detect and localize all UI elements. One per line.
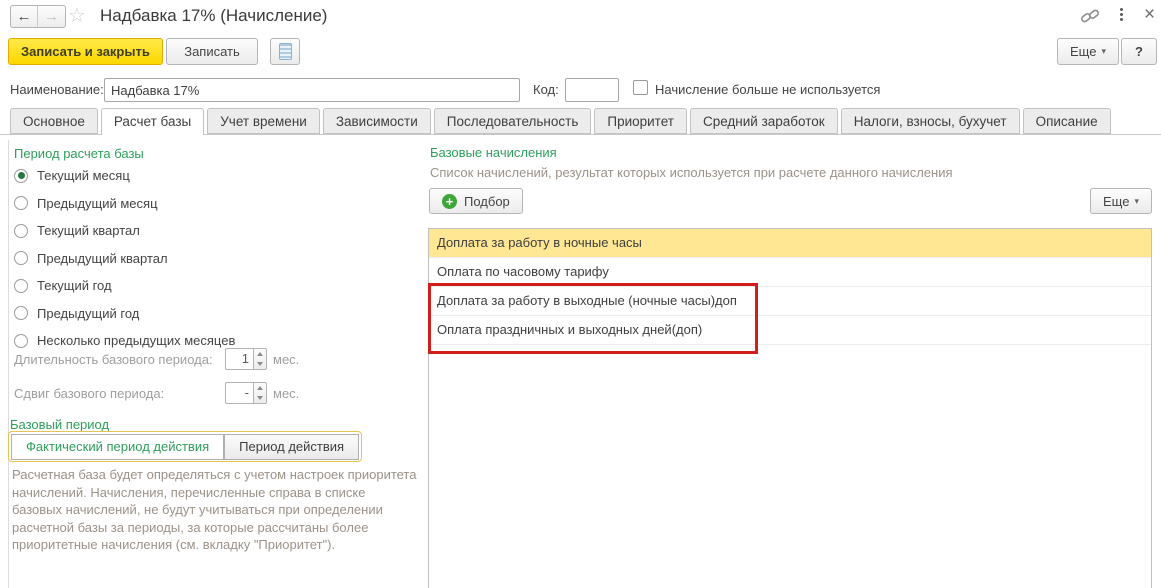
save-button[interactable]: Записать (166, 38, 258, 65)
radio-label: Предыдущий год (37, 305, 140, 321)
window-title: Надбавка 17% (Начисление) (100, 6, 328, 25)
base-accruals-list: Доплата за работу в ночные часы Оплата п… (428, 228, 1152, 588)
base-period-toggle-group: Фактический период действия Период дейст… (8, 431, 363, 462)
not-used-checkbox[interactable] (633, 80, 648, 95)
not-used-checkbox-label: Начисление больше не используется (655, 82, 881, 97)
help-button[interactable]: ? (1121, 38, 1157, 65)
list-item[interactable]: Доплата за работу в выходные (ночные час… (429, 287, 1151, 316)
priority-note-text: Расчетная база будет определяться с учет… (12, 467, 417, 552)
save-and-close-button[interactable]: Записать и закрыть (8, 38, 163, 65)
radio-icon (14, 168, 28, 183)
base-period-header: Базовый период (10, 417, 110, 432)
tab[interactable]: Расчет базы (100, 108, 205, 135)
period-radio-option[interactable]: Предыдущий квартал (14, 245, 235, 273)
tab[interactable]: Зависимости (322, 108, 431, 134)
base-accruals-header: Базовые начисления (430, 145, 557, 160)
base-period-toggle-button[interactable]: Фактический период действия (11, 433, 225, 460)
list-item[interactable]: Доплата за работу в ночные часы (429, 229, 1151, 258)
list-item[interactable]: Оплата по часовому тарифу (429, 258, 1151, 287)
radio-label: Текущий квартал (37, 223, 140, 239)
period-radio-group: Текущий месяц Предыдущий месяц Текущий к… (14, 162, 235, 355)
radio-icon (14, 333, 28, 348)
name-input[interactable] (104, 78, 520, 102)
code-input[interactable] (565, 78, 619, 102)
name-field-label: Наименование: (10, 82, 104, 97)
tab[interactable]: Налоги, взносы, бухучет (840, 108, 1020, 134)
link-icon[interactable] (1080, 7, 1100, 28)
tab-bar: Основное Расчет базы Учет времени Зависи… (10, 108, 1114, 135)
duration-label: Длительность базового периода: (14, 352, 213, 367)
favorite-star-icon[interactable]: ☆ (68, 3, 86, 28)
radio-icon (14, 278, 28, 293)
pick-button[interactable]: + Подбор (429, 188, 523, 214)
duration-unit: мес. (273, 352, 300, 367)
tab[interactable]: Описание (1022, 108, 1111, 134)
forward-button[interactable]: → (38, 6, 65, 27)
radio-label: Текущий месяц (37, 168, 130, 184)
code-field-label: Код: (533, 82, 559, 97)
more-button-list[interactable]: Еще ▾ (1090, 188, 1152, 214)
period-radio-option[interactable]: Предыдущий месяц (14, 190, 235, 218)
register-icon (278, 43, 292, 60)
tab[interactable]: Основное (10, 108, 98, 134)
register-records-button[interactable] (270, 38, 300, 65)
radio-icon (14, 306, 28, 321)
duration-value[interactable]: 1 (225, 348, 253, 370)
radio-label: Текущий год (37, 278, 112, 294)
list-item[interactable]: Оплата праздничных и выходных дней(доп) (429, 316, 1151, 345)
duration-stepper[interactable]: 1 (225, 348, 267, 370)
close-icon[interactable]: × (1138, 2, 1161, 28)
radio-icon (14, 223, 28, 238)
base-period-calc-header: Период расчета базы (14, 146, 144, 161)
radio-label: Несколько предыдущих месяцев (37, 333, 236, 349)
tab[interactable]: Последовательность (433, 108, 592, 134)
radio-icon (14, 196, 28, 211)
base-accruals-subtitle: Список начислений, результат которых исп… (430, 165, 953, 180)
more-button-top[interactable]: Еще ▾ (1057, 38, 1119, 65)
left-group-border (8, 140, 9, 588)
chevron-down-icon: ▾ (1101, 46, 1106, 56)
period-radio-option[interactable]: Несколько предыдущих месяцев (14, 327, 235, 355)
period-radio-option[interactable]: Предыдущий год (14, 300, 235, 328)
period-radio-option[interactable]: Текущий квартал (14, 217, 235, 245)
radio-label: Предыдущий квартал (37, 250, 168, 266)
spinner-arrows-icon[interactable] (253, 382, 267, 404)
tab[interactable]: Приоритет (594, 108, 687, 134)
period-radio-option[interactable]: Текущий месяц (14, 162, 235, 190)
tab[interactable]: Учет времени (207, 108, 320, 134)
nav-history-group: ← → (10, 5, 66, 28)
period-radio-option[interactable]: Текущий год (14, 272, 235, 300)
add-plus-icon: + (442, 193, 457, 209)
radio-label: Предыдущий месяц (37, 195, 158, 211)
more-menu-dots-icon[interactable] (1120, 8, 1123, 21)
radio-icon (14, 251, 28, 266)
shift-unit: мес. (273, 386, 300, 401)
base-period-toggle-button[interactable]: Период действия (224, 433, 360, 460)
shift-stepper[interactable]: - (225, 382, 267, 404)
shift-label: Сдвиг базового периода: (14, 386, 165, 401)
back-button[interactable]: ← (11, 6, 38, 27)
chevron-down-icon: ▾ (1134, 195, 1139, 206)
spinner-arrows-icon[interactable] (253, 348, 267, 370)
tab[interactable]: Средний заработок (689, 108, 838, 134)
shift-value[interactable]: - (225, 382, 253, 404)
